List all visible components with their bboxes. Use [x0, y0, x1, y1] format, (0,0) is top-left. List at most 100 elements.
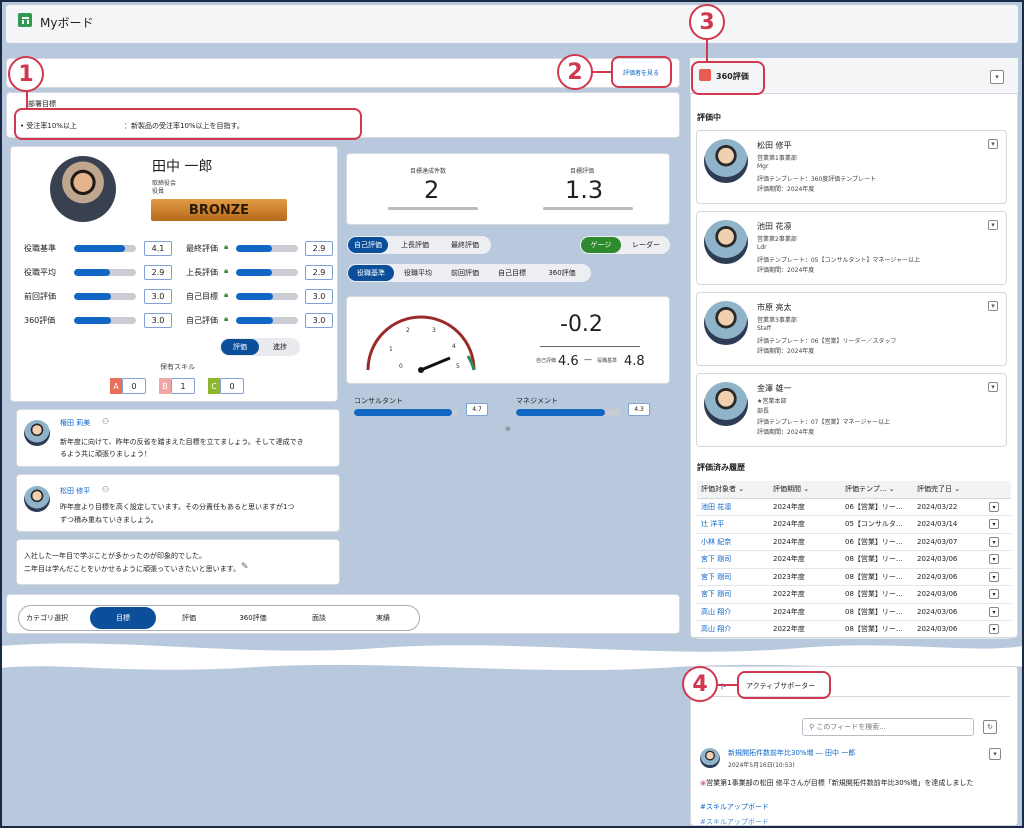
row-menu-icon[interactable]: ▾	[989, 554, 999, 565]
feed-post-menu-icon[interactable]: ▾	[989, 748, 1001, 760]
row-menu-icon[interactable]: ▾	[989, 606, 999, 617]
row-menu-icon[interactable]: ▾	[989, 571, 999, 582]
metric-right-bar	[236, 293, 298, 300]
metric-left-fill	[74, 269, 110, 276]
gauge-std-label: 役職基準	[597, 358, 618, 364]
achieved-label: 目標達成件数	[410, 168, 447, 175]
lock-icon: 🔒︎	[224, 266, 229, 275]
history-cell[interactable]: 池田 花凛	[697, 498, 769, 516]
category-tab-4[interactable]: 実績	[352, 607, 414, 629]
tab-eval-0[interactable]: 自己評価	[348, 237, 388, 253]
tab-eval-2[interactable]: 最終評価	[442, 237, 488, 253]
comment-text-1b: るよう共に頑張りましょう！	[60, 450, 151, 458]
annotation-line-3	[706, 40, 708, 62]
row-menu-icon[interactable]: ▾	[989, 519, 999, 530]
col-period[interactable]: 評価期間 ⌄	[769, 481, 841, 499]
feed-hashtag[interactable]: #スキルアップボード	[700, 802, 769, 812]
metric-left-bar	[74, 269, 136, 276]
row-menu-icon[interactable]: ▾	[989, 501, 999, 512]
metric-left-label: 役職平均	[24, 268, 56, 277]
evaluator-title: Ldr	[757, 244, 767, 251]
tab-eval-1[interactable]: 上長評価	[392, 237, 438, 253]
evaluator-name: 金澤 雄一	[757, 384, 792, 393]
gauge-self-value: 4.6	[558, 354, 579, 369]
row-menu-icon[interactable]: ▾	[989, 624, 999, 635]
history-row: 高山 翔介 2024年度 08【営業】リー... 2024/03/06 ▾	[697, 603, 1011, 621]
feed-tab-partial[interactable]: ト	[719, 681, 727, 692]
history-cell[interactable]: 宮下 剛司	[697, 568, 769, 586]
history-cell[interactable]: 辻 洋平	[697, 515, 769, 534]
feed-post-title[interactable]: 新規開拓件数前年比30%増 ― 田中 一郎	[728, 748, 855, 758]
feed-post-body: ◉営業第1事業部の松田 修平さんが目標「新規開拓件数前年比30%増」を達成しまし…	[700, 778, 973, 788]
history-cell[interactable]: 宮下 剛司	[697, 585, 769, 604]
tab-compare-1[interactable]: 役職平均	[396, 265, 440, 281]
toggle-progress[interactable]: 進捗	[262, 339, 298, 355]
tab-compare-4[interactable]: 360評価	[536, 265, 588, 281]
gauge-std-value: 4.8	[624, 354, 645, 369]
history-cell: 08【営業】リー...	[841, 603, 913, 621]
row-menu-icon[interactable]: ▾	[989, 536, 999, 547]
annotation-line-2	[592, 71, 612, 73]
edit-icon[interactable]: ✎	[241, 562, 249, 572]
category-value: 4.7	[466, 403, 488, 416]
col-date[interactable]: 評価完了日 ⌄	[913, 481, 985, 499]
metric-left-value: 4.1	[144, 241, 172, 256]
category-fill	[354, 409, 452, 416]
refresh-icon[interactable]: ↻	[983, 720, 997, 734]
scroll-indicator: ⊕	[505, 425, 511, 433]
tab-compare-2[interactable]: 前回評価	[442, 265, 488, 281]
annotation-box-2	[611, 56, 672, 88]
evaluator-title: 部長	[757, 408, 770, 415]
tab-radar[interactable]: レーダー	[624, 237, 668, 253]
comment-text-2a: 昨年度より目標を高く設定しています。その分責任もあると思いますが1つ	[60, 503, 295, 511]
rank-badge: BRONZE	[151, 199, 287, 221]
evaluator-menu-icon[interactable]: ▾	[988, 382, 998, 392]
history-cell[interactable]: 宮下 剛司	[697, 550, 769, 569]
metric-left-label: 役職基準	[24, 244, 56, 253]
metric-left-value: 3.0	[144, 313, 172, 328]
evaluator-menu-icon[interactable]: ▾	[988, 220, 998, 230]
evaluator-avatar	[704, 220, 748, 264]
history-cell: 2024年度	[769, 498, 841, 516]
evaluator-name: 松田 修平	[757, 141, 792, 150]
tab-gauge[interactable]: ゲージ	[581, 237, 621, 253]
category-tab-0[interactable]: 目標	[90, 607, 156, 629]
feed-search-input[interactable]: ⚲ このフィードを検索...	[802, 718, 974, 736]
category-tab-1[interactable]: 評価	[158, 607, 220, 629]
self-note-line1: 入社した一年目で学ぶことが多かったのが印象的でした。	[24, 552, 206, 560]
category-tab-2[interactable]: 360評価	[222, 607, 284, 629]
evaluator-menu-icon[interactable]: ▾	[988, 139, 998, 149]
category-label: マネジメント	[516, 397, 558, 405]
history-row: 宮下 剛司 2024年度 08【営業】リー... 2024/03/06 ▾	[697, 550, 1011, 569]
evaluator-menu-icon[interactable]: ▾	[988, 301, 998, 311]
col-template[interactable]: 評価テンプ... ⌄	[841, 481, 913, 499]
feed-post-avatar	[700, 748, 720, 768]
feed-hashtag-2[interactable]: #スキルアップボード	[700, 817, 769, 827]
annotation-box-1	[14, 108, 362, 140]
tab-compare-3[interactable]: 自己目標	[490, 265, 534, 281]
history-cell[interactable]: 小林 紀奈	[697, 533, 769, 551]
skill-a-count: 0	[122, 378, 146, 394]
commenter-name-1[interactable]: 権田 莉美	[60, 418, 90, 428]
history-row: 小林 紀奈 2024年度 06【営業】リー... 2024/03/07 ▾	[697, 533, 1011, 551]
gauge-separator: —	[584, 355, 592, 364]
lock-icon: 🔒︎	[224, 290, 229, 299]
evaluator-avatar	[704, 301, 748, 345]
self-note-card	[16, 539, 340, 585]
row-menu-icon[interactable]: ▾	[989, 589, 999, 600]
person-icon-2: ⚇	[102, 485, 110, 494]
gauge-tick-3: 3	[432, 327, 436, 334]
metric-right-value: 2.9	[305, 265, 333, 280]
category-tab-3[interactable]: 面談	[288, 607, 350, 629]
metric-left-fill	[74, 293, 112, 300]
page-title: Myボード	[40, 16, 94, 30]
metric-left-label: 前回評価	[24, 292, 56, 301]
toggle-eval[interactable]: 評価	[221, 339, 259, 355]
lock-icon: 🔒︎	[224, 242, 229, 251]
commenter-name-2[interactable]: 松田 修平	[60, 486, 90, 496]
history-cell[interactable]: 高山 翔介	[697, 603, 769, 621]
tab-compare-0[interactable]: 役職基準	[348, 265, 394, 281]
col-target[interactable]: 評価対象者 ⌄	[697, 481, 769, 499]
history-cell: 2024年度	[769, 550, 841, 569]
eval360-menu-icon[interactable]: ▾	[990, 70, 1004, 84]
